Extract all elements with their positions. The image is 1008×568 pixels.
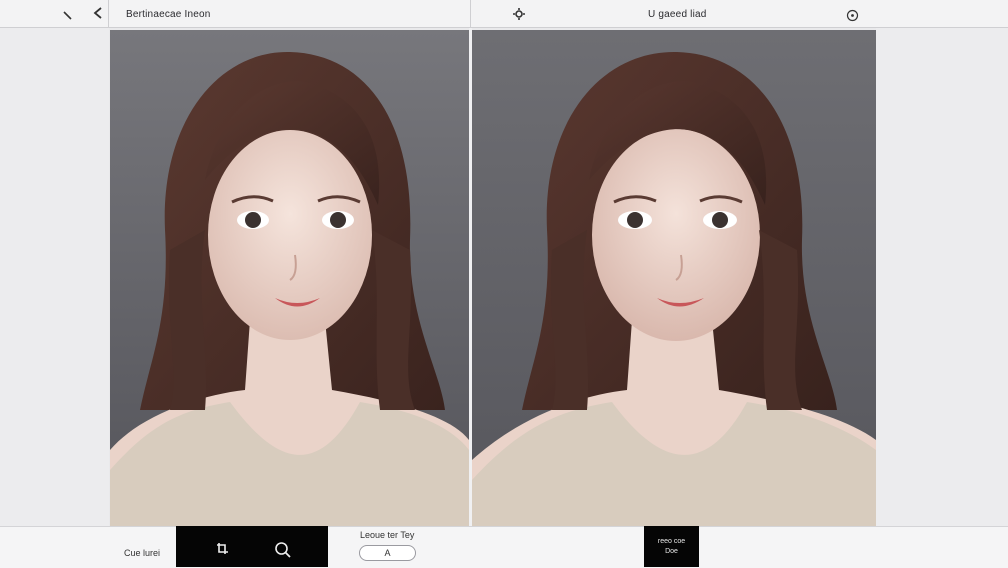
center-field-label: Leoue ter Tey [360, 530, 415, 540]
right-window-title: U gaeed liad [648, 9, 707, 20]
apply-button[interactable]: reeo coe Doe [644, 526, 699, 567]
pen-icon[interactable] [62, 9, 74, 23]
settings-icon[interactable] [512, 7, 526, 23]
help-icon[interactable] [846, 9, 859, 24]
apply-button-line2: Doe [665, 548, 678, 555]
center-input[interactable]: A [359, 545, 416, 561]
bottom-toolbar [0, 526, 1008, 568]
right-sidebar [876, 28, 1008, 526]
back-chevron-icon[interactable] [92, 6, 104, 22]
original-photo-panel[interactable] [110, 30, 469, 526]
edited-photo-panel[interactable] [472, 30, 876, 526]
bottom-left-label: Cue lurei [124, 548, 161, 558]
zoom-icon[interactable] [274, 541, 292, 564]
apply-button-line1: reeo coe [657, 538, 686, 545]
tool-strip [176, 526, 328, 567]
portrait-photo-edited [472, 30, 876, 526]
left-window-title: Bertinaecae Ineon [126, 9, 211, 20]
crop-icon[interactable] [214, 541, 230, 562]
left-sidebar [0, 28, 109, 526]
portrait-photo-original [110, 30, 469, 526]
